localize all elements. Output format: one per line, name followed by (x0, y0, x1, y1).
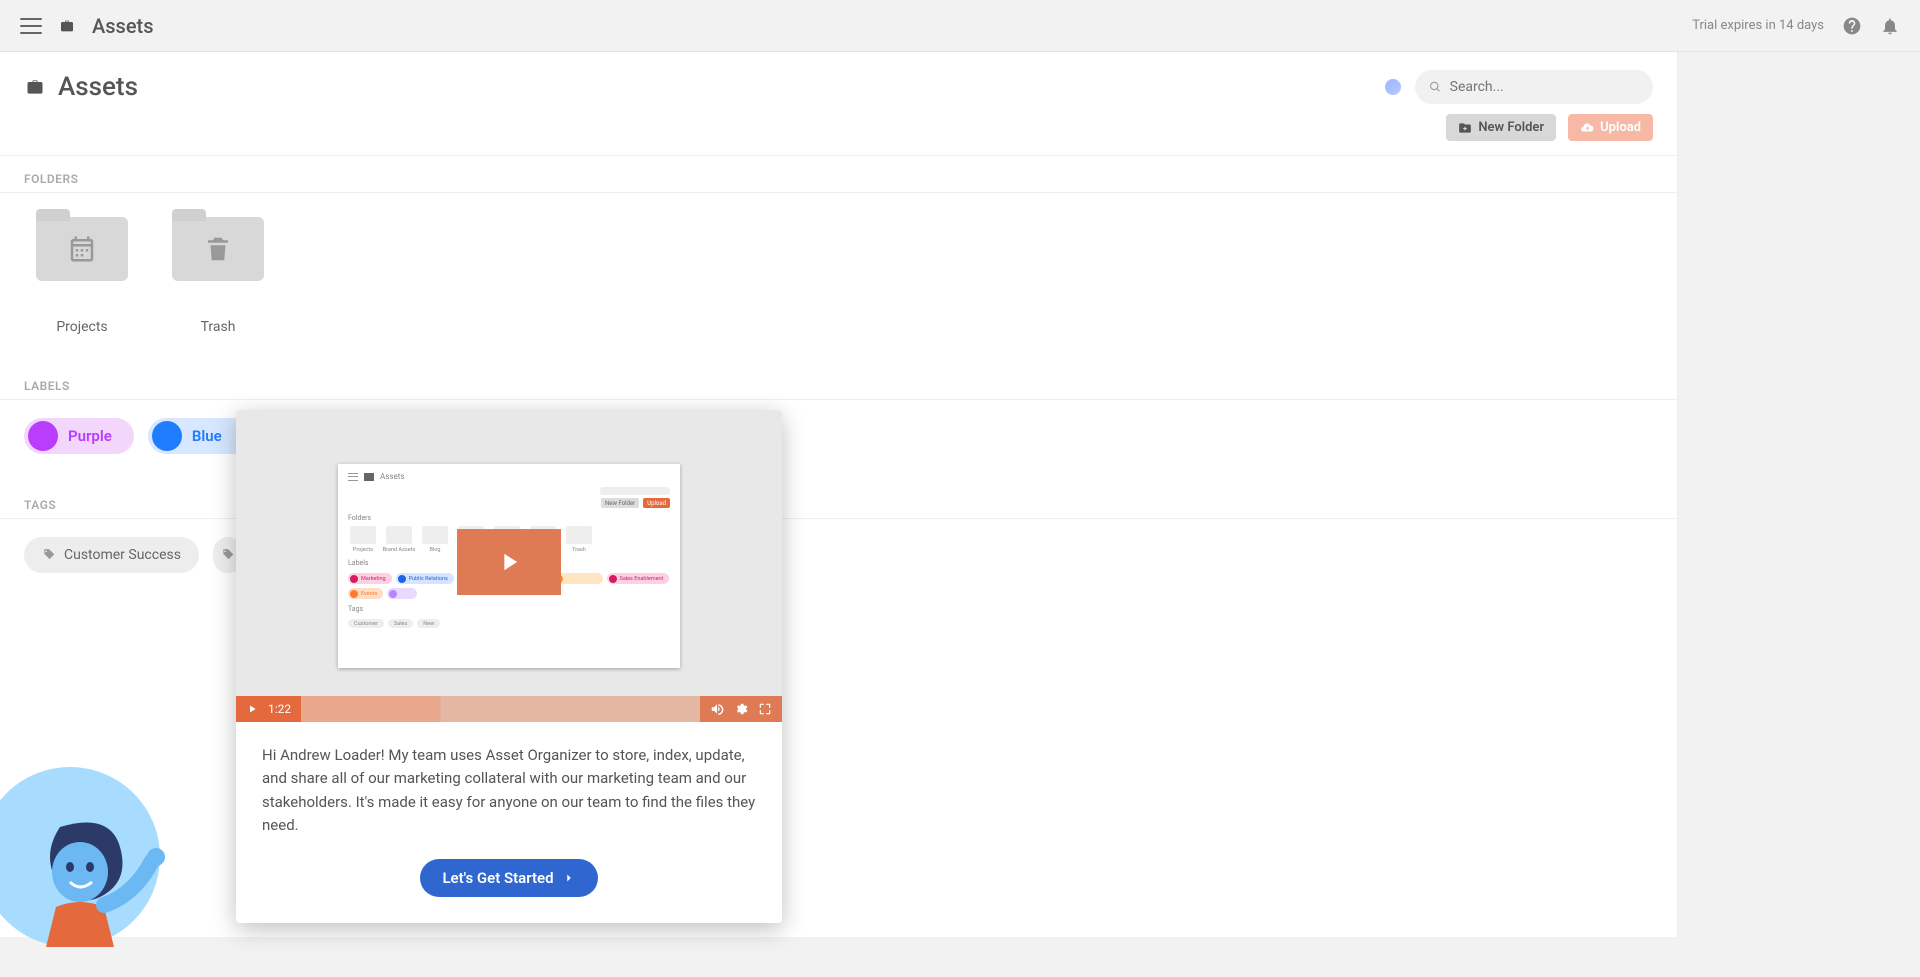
tag-icon (221, 548, 235, 562)
volume-icon[interactable] (710, 702, 724, 716)
briefcase-icon (58, 18, 76, 34)
upload-button[interactable]: Upload (1568, 114, 1653, 141)
briefcase-icon (24, 77, 46, 97)
play-small-icon[interactable] (246, 703, 258, 715)
get-started-button[interactable]: Let's Get Started (420, 859, 597, 897)
topbar: Assets Trial expires in 14 days (0, 0, 1920, 52)
folder-icon (36, 217, 128, 281)
trial-text: Trial expires in 14 days (1692, 18, 1824, 33)
globe-icon[interactable] (1385, 79, 1401, 95)
actions-row: New Folder Upload (0, 104, 1677, 156)
menu-icon[interactable] (20, 18, 42, 34)
chevron-right-icon (562, 871, 576, 885)
folder-projects[interactable]: Projects (36, 217, 128, 335)
gear-icon[interactable] (734, 702, 748, 716)
cloud-upload-icon (1580, 121, 1594, 135)
video-controls: 1:22 (236, 696, 782, 722)
video-duration: 1:22 (268, 702, 291, 716)
calendar-icon (67, 234, 97, 264)
label-name: Blue (192, 427, 222, 445)
folder-name: Trash (201, 319, 236, 335)
folders-section-label: FOLDERS (0, 156, 1677, 193)
video-preview: Assets New FolderUpload Folders Projects… (236, 410, 782, 722)
label-dot (28, 421, 58, 451)
onboarding-card: Assets New FolderUpload Folders Projects… (236, 410, 782, 923)
label-dot (152, 421, 182, 451)
video-progress[interactable] (301, 696, 700, 722)
play-icon (495, 548, 523, 576)
folder-trash[interactable]: Trash (172, 217, 264, 335)
topbar-title: Assets (92, 14, 154, 38)
folder-name: Projects (56, 319, 107, 335)
tag-name: Customer Success (64, 547, 181, 563)
search-icon (1429, 80, 1442, 94)
search-input[interactable] (1450, 79, 1639, 95)
coach-avatar (0, 737, 200, 977)
avatar-illustration (0, 787, 180, 967)
page-title: Assets (58, 72, 138, 102)
label-purple[interactable]: Purple (24, 418, 134, 454)
new-folder-label: New Folder (1478, 120, 1544, 135)
page-header: Assets (0, 52, 1677, 104)
tag-icon (42, 548, 56, 562)
fullscreen-icon[interactable] (758, 702, 772, 716)
help-icon[interactable] (1842, 16, 1862, 36)
label-name: Purple (68, 427, 112, 445)
play-button[interactable] (457, 529, 561, 595)
onboarding-body: Hi Andrew Loader! My team uses Asset Org… (236, 722, 782, 923)
cta-label: Let's Get Started (442, 869, 553, 887)
trash-icon (203, 234, 233, 264)
onboarding-text: Hi Andrew Loader! My team uses Asset Org… (262, 744, 756, 837)
tag-customer-success[interactable]: Customer Success (24, 537, 199, 573)
folders-container: Projects Trash (0, 193, 1677, 343)
labels-section-label: LABELS (0, 363, 1677, 400)
upload-label: Upload (1600, 120, 1641, 135)
bell-icon[interactable] (1880, 16, 1900, 36)
search-wrap[interactable] (1415, 70, 1653, 104)
new-folder-button[interactable]: New Folder (1446, 114, 1556, 141)
folder-icon (172, 217, 264, 281)
folder-plus-icon (1458, 121, 1472, 135)
